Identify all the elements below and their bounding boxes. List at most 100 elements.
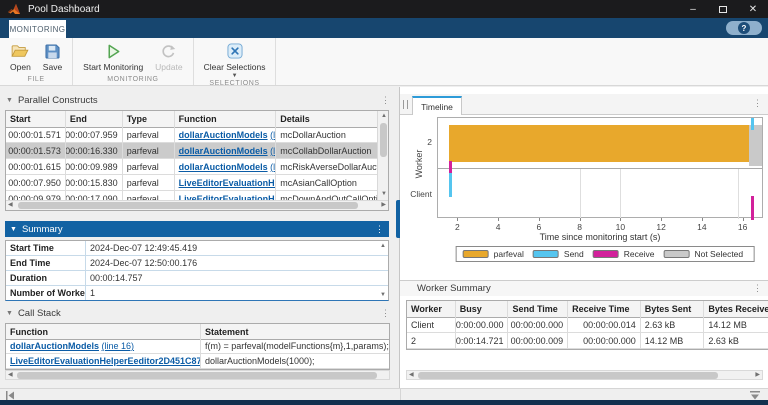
summary-row[interactable]: Start Time 2024-Dec-07 12:49:45.419 xyxy=(6,241,388,256)
x-tick-label: 16 xyxy=(738,222,747,232)
scroll-left-icon[interactable]: ◀ xyxy=(8,371,13,380)
timeline-plot[interactable] xyxy=(437,117,763,218)
tab-timeline[interactable]: Timeline xyxy=(412,96,462,115)
kebab-menu-icon[interactable]: ⋮ xyxy=(375,224,384,235)
dock-left-icon[interactable] xyxy=(5,391,15,400)
worker-summary-row[interactable]: Client 00:00:00.000 00:00:00.000 00:00:0… xyxy=(407,317,768,333)
line-link[interactable]: (line 16) xyxy=(102,341,135,351)
ribbon-group-file: Open Save FILE xyxy=(0,38,73,85)
call-stack-table: Function Statement dollarAuctionModels (… xyxy=(5,323,390,370)
call-stack-row[interactable]: LiveEditorEvaluationHelperEeditor2D451C8… xyxy=(6,354,389,369)
x-tick-mark xyxy=(580,218,581,221)
legend-swatch-send xyxy=(533,250,559,258)
timeline-panel: Timeline ⋮ Worker 2 Client 246810121416 … xyxy=(400,87,768,388)
summary-row[interactable]: Number of Workers 1 xyxy=(6,286,388,301)
kebab-menu-icon[interactable]: ⋮ xyxy=(753,98,762,109)
scroll-right-icon[interactable]: ▶ xyxy=(755,371,760,380)
horizontal-scrollbar[interactable]: ◀ ▶ xyxy=(406,370,763,380)
open-button[interactable]: Open xyxy=(4,38,37,75)
y-axis-label: Worker xyxy=(414,144,424,184)
start-monitoring-button[interactable]: Start Monitoring xyxy=(77,38,149,75)
panel-grip-icon[interactable] xyxy=(403,100,408,109)
x-tick-label: 2 xyxy=(455,222,460,232)
help-icon: ? xyxy=(738,22,750,34)
call-stack-row[interactable]: dollarAuctionModels (line 16) f(m) = par… xyxy=(6,339,389,354)
summary-header: ▼ Summary ⋮ xyxy=(5,221,389,237)
table-row-clipped[interactable]: 00:00:09.979 00:00:17.090 parfeval LiveE… xyxy=(6,191,377,200)
scroll-left-icon[interactable]: ◀ xyxy=(409,371,414,380)
worker-summary-row[interactable]: 2 00:00:14.721 00:00:00.009 00:00:00.000… xyxy=(407,333,768,349)
vertical-scrollbar[interactable]: ▲ ▼ xyxy=(377,111,388,200)
summary-row[interactable]: End Time 2024-Dec-07 12:50:00.176 xyxy=(6,256,388,271)
timeline-event-not_selected_line[interactable] xyxy=(738,169,739,219)
timeline-event-not_selected_line[interactable] xyxy=(580,169,581,219)
timeline-event-not_selected_line[interactable] xyxy=(620,169,621,219)
function-link[interactable]: dollarAuctionModels xyxy=(10,341,99,351)
scroll-up-icon[interactable]: ▲ xyxy=(380,243,386,249)
matlab-logo-icon xyxy=(8,4,20,15)
scroll-down-icon[interactable]: ▼ xyxy=(380,292,386,298)
timeline-event-not_selected_band[interactable] xyxy=(749,125,762,166)
collapse-bottom-icon[interactable] xyxy=(750,391,760,400)
y-category-worker2: 2 xyxy=(404,137,432,147)
kebab-menu-icon[interactable]: ⋮ xyxy=(381,95,390,106)
function-link[interactable]: dollarAuctionModels xyxy=(179,130,268,140)
function-link[interactable]: dollarAuctionModels xyxy=(179,162,268,172)
titlebar: Pool Dashboard – ✕ xyxy=(0,0,768,18)
group-caption-monitoring: MONITORING xyxy=(77,75,188,85)
horizontal-scrollbar[interactable]: ◀ ▶ xyxy=(6,200,388,210)
scroll-down-icon[interactable]: ▼ xyxy=(381,190,387,199)
update-button[interactable]: Update xyxy=(149,38,188,75)
scroll-up-icon[interactable]: ▲ xyxy=(381,112,387,121)
table-row[interactable]: 00:00:07.950 00:00:15.830 parfeval LiveE… xyxy=(6,175,377,191)
maximize-icon xyxy=(719,6,727,13)
summary-table: Start Time 2024-Dec-07 12:49:45.419 End … xyxy=(5,240,389,301)
x-tick-label: 10 xyxy=(616,222,625,232)
toolstrip-tabbar: MONITORING ? xyxy=(0,18,768,38)
call-stack-header: ▼ Call Stack ⋮ xyxy=(6,305,390,321)
table-header-row: Function Statement xyxy=(6,324,389,339)
save-icon xyxy=(45,42,60,60)
kebab-menu-icon[interactable]: ⋮ xyxy=(381,308,390,319)
collapse-icon[interactable]: ▼ xyxy=(6,97,13,104)
help-button[interactable]: ? xyxy=(726,21,762,35)
x-tick-mark xyxy=(457,218,458,221)
scroll-right-icon[interactable]: ▶ xyxy=(381,201,386,210)
function-link[interactable]: LiveEditorEvaluationHelperEeditor2D451C8… xyxy=(10,356,201,366)
kebab-menu-icon[interactable]: ⋮ xyxy=(753,283,762,294)
timeline-event-parfeval[interactable] xyxy=(449,125,749,162)
horizontal-scrollbar[interactable]: ◀ xyxy=(5,370,390,380)
table-row[interactable]: 00:00:01.615 00:00:09.989 parfeval dolla… xyxy=(6,159,377,175)
function-link[interactable]: LiveEditorEvaluationHelpe... xyxy=(179,178,277,188)
legend-swatch-parfeval xyxy=(463,250,489,258)
x-tick-mark xyxy=(702,218,703,221)
summary-row[interactable]: Duration 00:00:14.757 xyxy=(6,271,388,286)
maximize-button[interactable] xyxy=(708,0,738,18)
x-tick-label: 12 xyxy=(656,222,665,232)
table-row[interactable]: 00:00:01.571 00:00:07.959 parfeval dolla… xyxy=(6,127,377,143)
collapse-icon[interactable]: ▼ xyxy=(6,310,13,317)
table-row-selected[interactable]: 00:00:01.573 00:00:16.330 parfeval dolla… xyxy=(6,143,377,159)
legend-swatch-receive xyxy=(593,250,619,258)
clear-selections-button[interactable]: Clear Selections ▼ xyxy=(198,38,272,79)
x-tick-label: 4 xyxy=(496,222,501,232)
clear-selections-icon xyxy=(227,42,243,60)
group-caption-file: FILE xyxy=(4,75,68,85)
parallel-constructs-table: Start End Type Function Details 00:00:01… xyxy=(5,110,389,211)
minimize-button[interactable]: – xyxy=(678,0,708,18)
function-link[interactable]: dollarAuctionModels xyxy=(179,146,268,156)
play-icon xyxy=(105,42,122,60)
window-bottom-edge xyxy=(0,400,768,405)
timeline-event-send[interactable] xyxy=(449,173,452,197)
folder-open-icon xyxy=(11,42,29,60)
x-tick-label: 6 xyxy=(537,222,542,232)
y-category-client: Client xyxy=(404,189,432,199)
scroll-left-icon[interactable]: ◀ xyxy=(8,201,13,210)
tab-monitoring[interactable]: MONITORING xyxy=(9,20,66,38)
ribbon-group-selections: Clear Selections ▼ SELECTIONS xyxy=(194,38,277,85)
save-button[interactable]: Save xyxy=(37,38,68,75)
timeline-event-receive[interactable] xyxy=(751,196,754,220)
close-button[interactable]: ✕ xyxy=(738,0,768,18)
collapse-icon[interactable]: ▼ xyxy=(10,226,17,233)
timeline-event-send[interactable] xyxy=(751,118,754,130)
